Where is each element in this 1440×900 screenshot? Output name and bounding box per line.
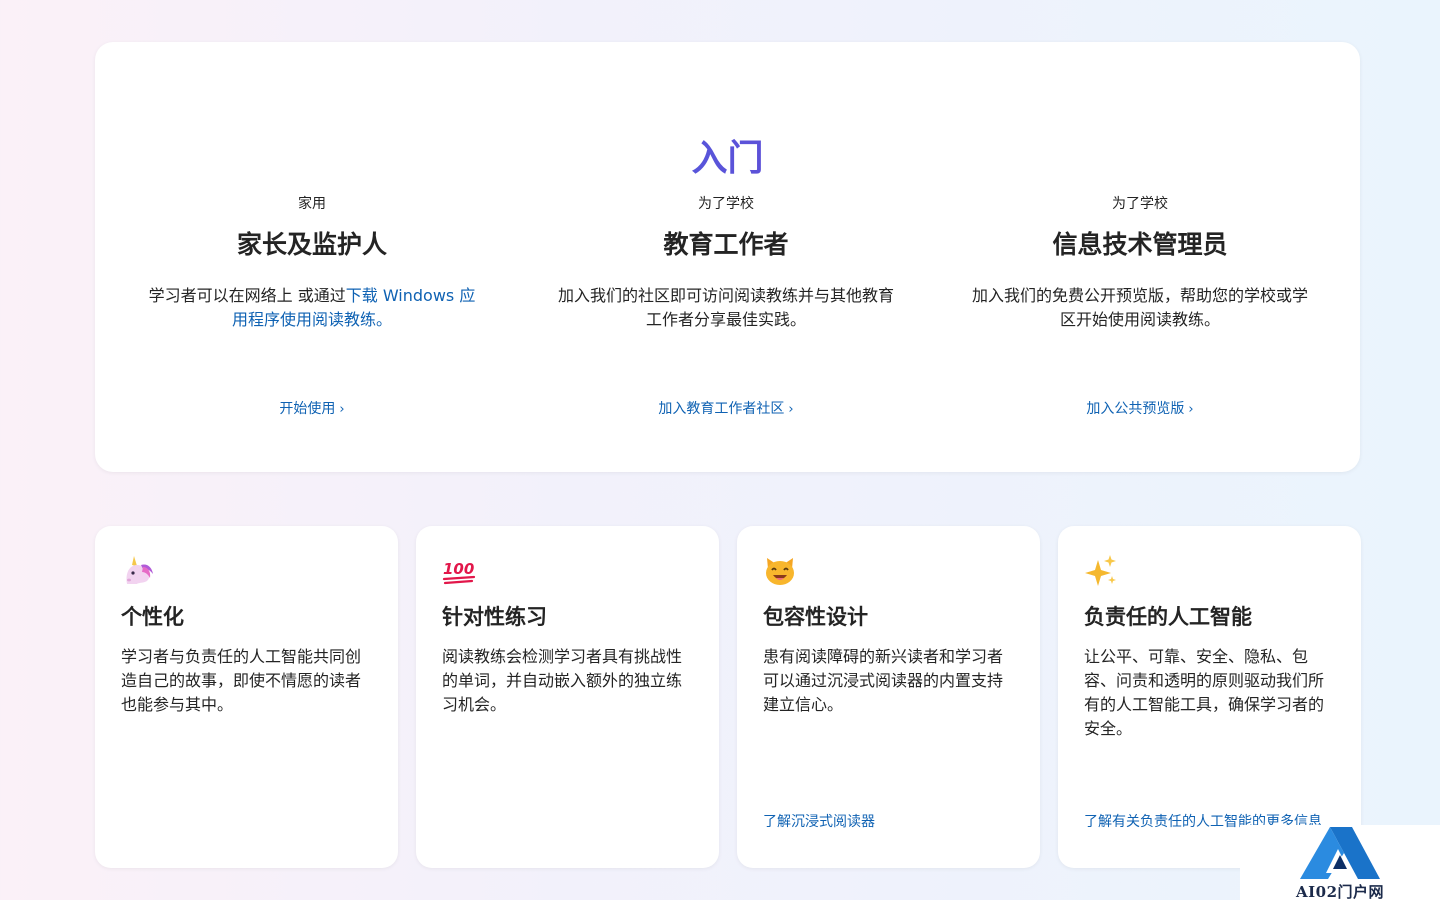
column-eyebrow: 为了学校 [1112,196,1168,212]
chevron-right-icon: › [788,402,794,417]
feature-card-targeted-practice: 100 针对性练习 阅读教练会检测学习者具有挑战性的单词，并自动嵌入额外的独立练… [416,526,719,868]
watermark-text: AI02门户网 [1295,883,1385,900]
join-educator-community-link[interactable]: 加入教育工作者社区 › [556,399,896,420]
feature-card-personalized: 个性化 学习者与负责任的人工智能共同创造自己的故事，即使不情愿的读者也能参与其中… [95,526,398,868]
cta-label: 开始使用 [279,401,336,417]
grinning-cat-icon [766,558,794,585]
join-public-preview-link[interactable]: 加入公共预览版 › [970,399,1310,420]
column-eyebrow: 家用 [298,196,326,212]
hundred-points-icon: 100 [442,560,476,585]
feature-title: 负责任的人工智能 [1084,605,1252,629]
feature-text: 学习者与负责任的人工智能共同创造自己的故事，即使不情愿的读者也能参与其中。 [121,647,362,714]
column-parents: 家用 家长及监护人 学习者可以在网络上 或通过下载 Windows 应用程序使用… [142,194,482,332]
watermark-logo-icon [1300,827,1380,879]
feature-card-inclusive-design: 包容性设计 患有阅读障碍的新兴读者和学习者可以通过沉浸式阅读器的内置支持建立信心… [737,526,1040,868]
unicorn-icon [126,556,153,584]
feature-title: 包容性设计 [763,605,868,629]
cta-label: 加入教育工作者社区 [658,401,785,417]
feature-text: 阅读教练会检测学习者具有挑战性的单词，并自动嵌入额外的独立练习机会。 [442,647,683,714]
column-educators: 为了学校 教育工作者 加入我们的社区即可访问阅读教练并与其他教育工作者分享最佳实… [556,194,896,332]
column-heading: 家长及监护人 [236,230,387,259]
feature-text: 患有阅读障碍的新兴读者和学习者可以通过沉浸式阅读器的内置支持建立信心。 [763,647,1004,714]
column-it-admins: 为了学校 信息技术管理员 加入我们的免费公开预览版，帮助您的学校或学区开始使用阅… [970,194,1310,332]
cta-label: 加入公共预览版 [1086,401,1185,417]
watermark: AI02门户网 [1240,825,1440,900]
column-body: 加入我们的免费公开预览版，帮助您的学校或学区开始使用阅读教练。 [971,286,1308,329]
column-body: 学习者可以在网络上 或通过下载 Windows 应用程序使用阅读教练。 [142,284,482,332]
column-body-text: 学习者可以在网络上 或通过 [148,286,346,305]
chevron-right-icon: › [1188,402,1194,417]
feature-card-responsible-ai: 负责任的人工智能 让公平、可靠、安全、隐私、包容、问责和透明的原则驱动我们所有的… [1058,526,1361,868]
feature-title: 针对性练习 [442,605,547,629]
svg-text:100: 100 [443,560,474,578]
get-started-link[interactable]: 开始使用 › [142,399,482,420]
immersive-reader-link[interactable]: 了解沉浸式阅读器 [763,811,1015,833]
column-eyebrow: 为了学校 [698,196,754,212]
column-heading: 信息技术管理员 [1052,230,1228,259]
section-title: 入门 [95,135,1360,183]
feature-title: 个性化 [121,605,184,629]
column-body: 加入我们的社区即可访问阅读教练并与其他教育工作者分享最佳实践。 [557,286,894,329]
column-heading: 教育工作者 [663,230,789,259]
sparkles-icon [1085,555,1116,586]
feature-text: 让公平、可靠、安全、隐私、包容、问责和透明的原则驱动我们所有的人工智能工具，确保… [1084,647,1325,738]
chevron-right-icon: › [339,402,345,417]
